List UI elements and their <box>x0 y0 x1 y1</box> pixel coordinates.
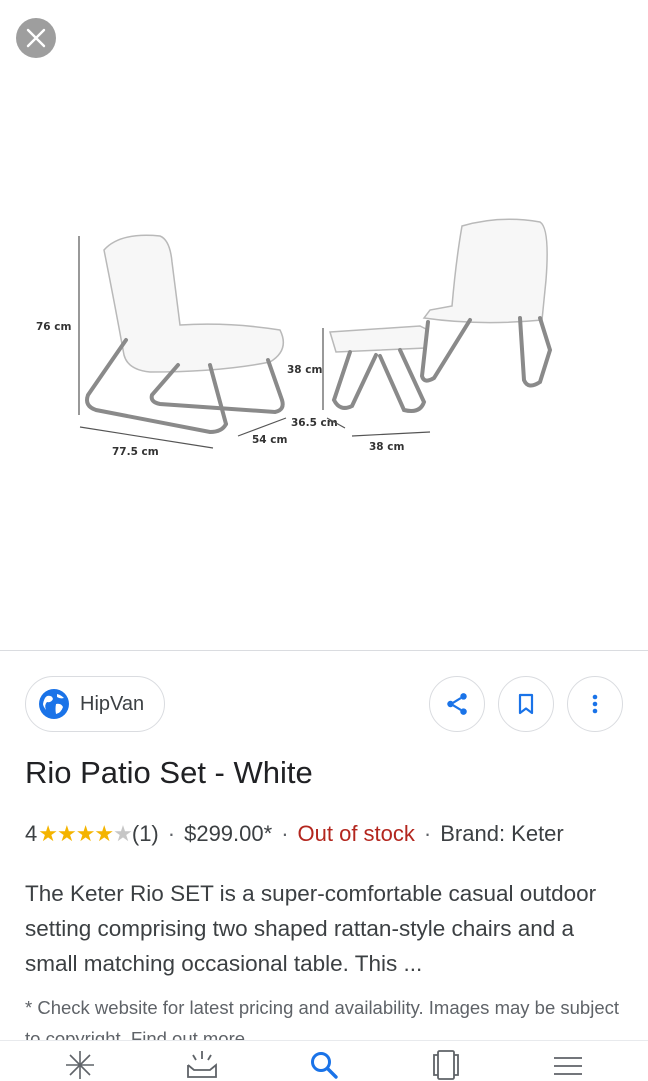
tabs-icon <box>433 1050 459 1080</box>
dim-table-width: 38 cm <box>369 441 404 453</box>
product-meta: 4 ★★★★★ (1) · $299.00* · Out of stock · … <box>25 818 564 850</box>
more-options-button[interactable] <box>567 676 623 732</box>
rating-value: 4 <box>25 821 38 846</box>
nav-discover[interactable] <box>60 1049 100 1081</box>
dim-height: 76 cm <box>36 321 71 333</box>
dim-depth: 54 cm <box>252 434 287 446</box>
source-label: HipVan <box>80 692 145 715</box>
discover-icon <box>66 1051 94 1079</box>
dim-table-height: 38 cm <box>287 364 322 376</box>
close-button[interactable] <box>16 18 56 58</box>
search-icon <box>311 1052 338 1079</box>
separator: · <box>423 821 432 846</box>
share-icon <box>447 693 467 715</box>
updates-icon <box>187 1051 217 1078</box>
review-count[interactable]: (1) <box>132 821 159 847</box>
globe-icon <box>39 689 69 719</box>
left-chair <box>103 234 285 373</box>
nav-search[interactable] <box>304 1049 344 1081</box>
patio-set-illustration: 76 cm 77.5 cm 54 cm 38 cm 36.5 cm 38 cm <box>36 218 553 458</box>
stock-status: Out of stock <box>297 821 415 846</box>
menu-icon <box>554 1057 582 1075</box>
nav-menu[interactable] <box>548 1049 588 1081</box>
more-vert-icon <box>592 694 598 714</box>
product-title: Rio Patio Set - White <box>25 755 313 790</box>
nav-updates[interactable] <box>182 1049 222 1081</box>
product-description: The Keter Rio SET is a super-comfortable… <box>25 881 597 976</box>
close-icon <box>26 28 46 48</box>
separator: · <box>281 821 289 846</box>
dim-table-depth: 36.5 cm <box>291 417 338 429</box>
bookmark-icon <box>518 693 534 715</box>
star-rating: ★★★★★ <box>38 821 133 847</box>
source-chip[interactable]: HipVan <box>25 676 165 732</box>
divider <box>0 650 648 651</box>
bottom-navigation <box>0 1040 648 1081</box>
share-button[interactable] <box>429 676 485 732</box>
stars-filled: ★★★★ <box>38 821 114 846</box>
right-chair <box>419 218 553 388</box>
price: $299.00* <box>184 821 273 846</box>
bookmark-button[interactable] <box>498 676 554 732</box>
dim-width: 77.5 cm <box>112 446 159 458</box>
product-image[interactable]: 76 cm 77.5 cm 54 cm 38 cm 36.5 cm 38 cm <box>0 0 648 650</box>
separator: · <box>167 821 176 846</box>
stars-empty: ★ <box>113 821 133 846</box>
nav-tabs[interactable] <box>426 1049 466 1081</box>
side-table <box>326 325 431 437</box>
brand: Brand: Keter <box>440 821 564 846</box>
